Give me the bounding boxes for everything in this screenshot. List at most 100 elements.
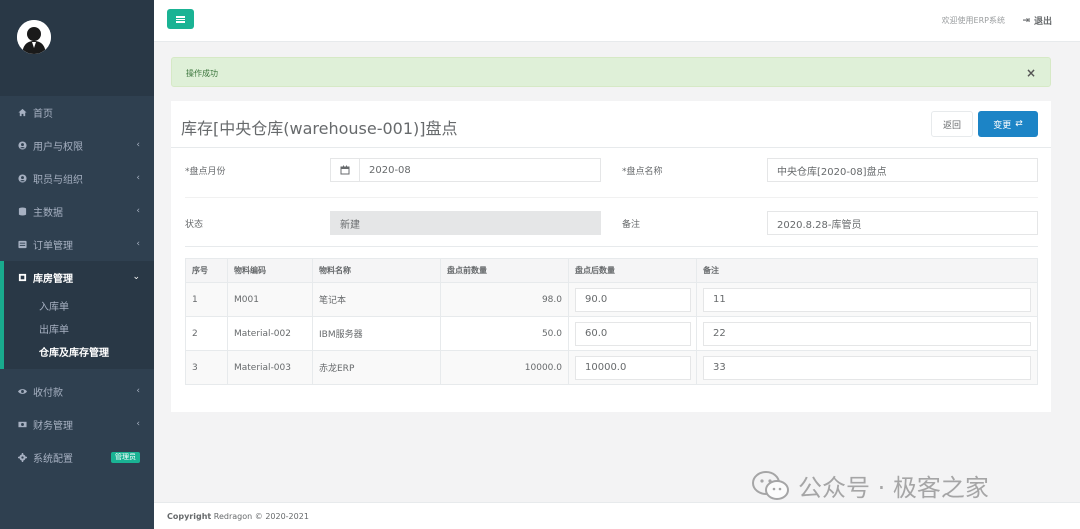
sign-out-icon: ⇥ [1022, 15, 1030, 26]
chevron-left-icon: ‹ [136, 419, 140, 429]
profile-area [0, 0, 154, 96]
inventory-check-panel: 库存[中央仓库(warehouse-001)]盘点 返回 变更 ⇄ *盘点月份 … [171, 101, 1051, 412]
qty-before: 98.0 [440, 282, 569, 317]
qty-before: 10000.0 [440, 350, 569, 385]
table-row: 1 M001 笔记本 98.0 90.0 11 [185, 282, 1038, 317]
status-field: 新建 [330, 211, 601, 235]
sidebar-item-label: 主数据 [33, 208, 63, 219]
alert-message: 操作成功 [186, 69, 218, 78]
sidebar-item-label: 首页 [33, 109, 53, 120]
watermark-text: 公众号 · 极客之家 [798, 474, 989, 502]
money-icon [17, 420, 27, 430]
copyright-label: Copyright [167, 512, 212, 521]
exchange-icon: ⇄ [1015, 119, 1023, 129]
home-icon [17, 108, 27, 118]
watermark: 公众号 · 极客之家 [752, 468, 989, 503]
sidebar-item-label: 收付款 [33, 388, 63, 399]
user-badge-icon [17, 174, 27, 184]
chevron-left-icon: ‹ [136, 140, 140, 150]
status-label: 状态 [185, 220, 204, 230]
row-number: 3 [185, 350, 228, 385]
logout-link[interactable]: ⇥ 退出 [1022, 14, 1052, 28]
note-input[interactable]: 22 [703, 321, 1031, 346]
table-header-row: 序号 物料编码 物料名称 盘点前数量 盘点后数量 备注 [185, 258, 1038, 283]
divider [171, 147, 1051, 148]
qty-after-cell: 60.0 [568, 316, 697, 351]
row-number: 1 [185, 282, 228, 317]
success-alert: 操作成功 × [171, 57, 1051, 87]
inventory-table: 序号 物料编码 物料名称 盘点前数量 盘点后数量 备注 1 M001 笔记本 9… [185, 258, 1038, 385]
sidebar-item-home[interactable]: 首页 [0, 96, 154, 129]
sidebar-item-orders[interactable]: 订单管理 ‹ [0, 228, 154, 261]
page-title: 库存[中央仓库(warehouse-001)]盘点 [181, 119, 458, 138]
menu-toggle-button[interactable] [167, 9, 194, 29]
row-number: 2 [185, 316, 228, 351]
qty-after-input[interactable]: 60.0 [575, 321, 691, 346]
qty-after-cell: 90.0 [568, 282, 697, 317]
hamburger-icon [176, 15, 185, 23]
avatar[interactable] [17, 20, 51, 54]
submenu-item-inbound[interactable]: 入库单 [4, 294, 154, 317]
note-cell: 22 [696, 316, 1038, 351]
sidebar-item-finance[interactable]: 财务管理 ‹ [0, 408, 154, 441]
sidebar-item-label: 库房管理 [33, 274, 73, 285]
sidebar-item-label: 职员与组织 [33, 175, 83, 186]
sidebar-item-label: 系统配置 [33, 454, 73, 465]
column-header: 备注 [696, 258, 1038, 283]
material-code: Material-002 [227, 316, 313, 351]
sidebar-nav: 首页 用户与权限 ‹ 职员与组织 ‹ 主数据 ‹ 订单管理 ‹ 库房管理 ⌄ 入… [0, 96, 154, 474]
remark-input[interactable]: 2020.8.28-库管员 [767, 211, 1038, 235]
wechat-icon [752, 470, 789, 500]
column-header: 物料编码 [227, 258, 313, 283]
sidebar-item-label: 订单管理 [33, 241, 73, 252]
welcome-text: 欢迎使用ERP系统 [941, 16, 1005, 25]
check-name-label: *盘点名称 [622, 167, 663, 177]
change-button-label: 变更 [993, 120, 1012, 131]
note-input[interactable]: 11 [703, 287, 1031, 312]
back-button[interactable]: 返回 [931, 111, 973, 137]
material-code: M001 [227, 282, 313, 317]
submenu-item-inventory[interactable]: 仓库及库存管理 [4, 340, 154, 363]
sidebar-item-payments[interactable]: 收付款 ‹ [0, 375, 154, 408]
calendar-icon[interactable] [330, 158, 360, 182]
change-button[interactable]: 变更 ⇄ [978, 111, 1038, 137]
divider [185, 197, 1038, 198]
check-name-input[interactable]: 中央仓库[2020-08]盘点 [767, 158, 1038, 182]
close-icon[interactable]: × [1026, 66, 1036, 80]
warehouse-submenu: 入库单 出库单 仓库及库存管理 [0, 294, 154, 369]
submenu-item-outbound[interactable]: 出库单 [4, 317, 154, 340]
qty-after-input[interactable]: 90.0 [575, 287, 691, 312]
month-input[interactable]: 2020-08 [359, 158, 601, 182]
column-header: 物料名称 [312, 258, 441, 283]
list-icon [17, 240, 27, 250]
sidebar: 首页 用户与权限 ‹ 职员与组织 ‹ 主数据 ‹ 订单管理 ‹ 库房管理 ⌄ 入… [0, 0, 154, 529]
qty-after-cell: 10000.0 [568, 350, 697, 385]
sidebar-item-staff-org[interactable]: 职员与组织 ‹ [0, 162, 154, 195]
divider [185, 246, 1038, 247]
table-row: 2 Material-002 IBM服务器 50.0 60.0 22 [185, 316, 1038, 351]
column-header: 盘点前数量 [440, 258, 569, 283]
note-input[interactable]: 33 [703, 355, 1031, 380]
top-navbar: 欢迎使用ERP系统 ⇥ 退出 [154, 0, 1080, 42]
sidebar-item-warehouse[interactable]: 库房管理 ⌄ [0, 261, 154, 294]
month-label: *盘点月份 [185, 167, 226, 177]
user-circle-icon [17, 141, 27, 151]
qty-after-input[interactable]: 10000.0 [575, 355, 691, 380]
sidebar-item-label: 财务管理 [33, 421, 73, 432]
column-header: 序号 [185, 258, 228, 283]
material-name: 赤龙ERP [312, 350, 441, 385]
sidebar-item-system-config[interactable]: 系统配置 管理员 [0, 441, 154, 474]
admin-badge: 管理员 [111, 452, 140, 463]
remark-label: 备注 [622, 220, 641, 230]
chevron-left-icon: ‹ [136, 239, 140, 249]
chevron-left-icon: ‹ [136, 173, 140, 183]
copyright-text: Redragon © 2020-2021 [211, 512, 309, 521]
sidebar-item-label: 用户与权限 [33, 142, 83, 153]
sidebar-item-users-permissions[interactable]: 用户与权限 ‹ [0, 129, 154, 162]
table-row: 3 Material-003 赤龙ERP 10000.0 10000.0 33 [185, 350, 1038, 385]
logout-label: 退出 [1033, 17, 1052, 27]
sidebar-item-master-data[interactable]: 主数据 ‹ [0, 195, 154, 228]
note-cell: 33 [696, 350, 1038, 385]
warehouse-icon [17, 273, 27, 283]
user-silhouette-icon [17, 20, 51, 54]
